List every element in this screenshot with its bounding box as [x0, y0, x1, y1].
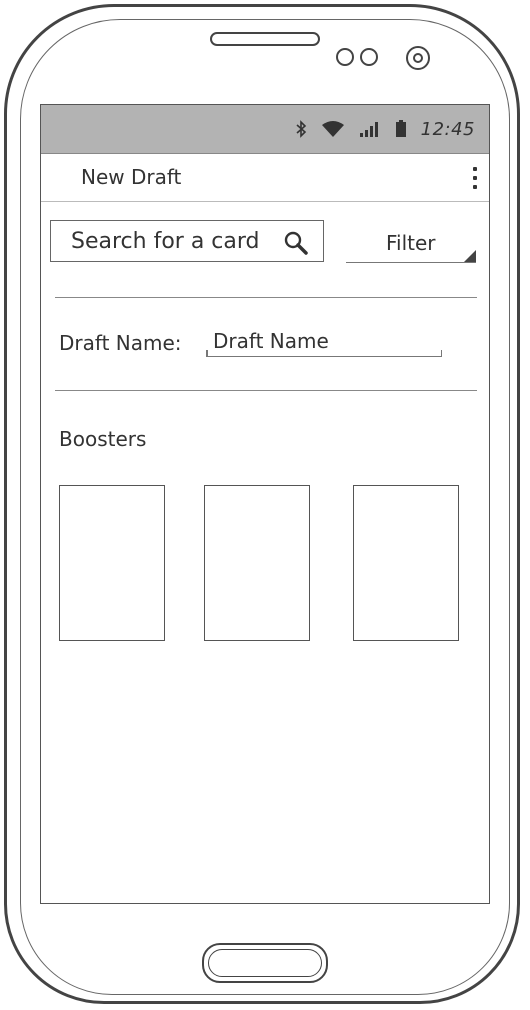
wifi-icon: [321, 121, 344, 137]
page-title: New Draft: [81, 165, 182, 189]
draft-name-field[interactable]: Draft Name: [206, 327, 442, 357]
home-button[interactable]: [202, 943, 328, 983]
search-placeholder: Search for a card: [71, 228, 260, 254]
divider: [55, 390, 477, 391]
signal-icon: [359, 122, 378, 137]
boosters-heading: Boosters: [59, 427, 147, 451]
booster-slot[interactable]: [59, 485, 165, 641]
status-icons: 12:45: [295, 115, 475, 143]
bluetooth-icon: [296, 120, 306, 138]
overflow-menu-icon[interactable]: [471, 167, 479, 189]
front-camera-lens: [336, 48, 354, 66]
draft-name-label: Draft Name:: [59, 331, 182, 355]
divider: [55, 297, 477, 298]
search-icon[interactable]: [283, 230, 309, 256]
device-screen: 12:45 New Draft Search for a card Filter…: [40, 104, 490, 904]
status-time: 12:45: [420, 118, 475, 140]
proximity-sensor: [360, 48, 378, 66]
earpiece-speaker: [210, 32, 320, 46]
front-camera: [406, 46, 430, 70]
app-bar: New Draft: [41, 153, 489, 202]
booster-slot[interactable]: [353, 485, 459, 641]
dropdown-arrow-icon: [464, 250, 476, 262]
filter-label: Filter: [386, 231, 436, 255]
draft-name-value: Draft Name: [213, 329, 329, 353]
filter-dropdown[interactable]: Filter: [346, 223, 476, 263]
status-bar: 12:45: [41, 105, 489, 154]
battery-icon: [395, 120, 406, 137]
booster-slot[interactable]: [204, 485, 310, 641]
search-input[interactable]: Search for a card: [50, 220, 324, 262]
